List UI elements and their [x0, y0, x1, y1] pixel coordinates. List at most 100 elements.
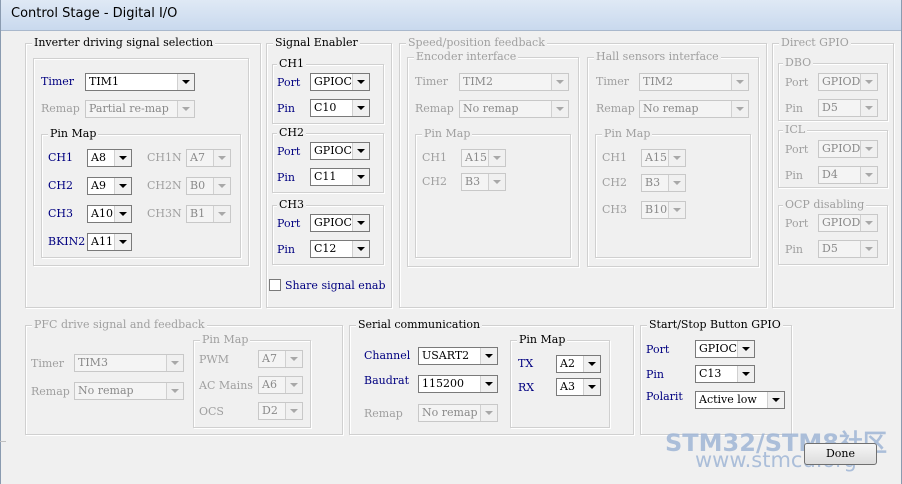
- inverter-bkin2-label: BKIN2: [48, 235, 86, 248]
- pfc-remap-select[interactable]: No remap: [74, 382, 184, 400]
- chevron-down-icon: [480, 376, 497, 392]
- se-ch2-port-label: Port: [277, 145, 301, 158]
- chevron-down-icon: [285, 403, 302, 419]
- chevron-down-icon: [480, 348, 497, 364]
- hall-timer-select[interactable]: TIM2: [639, 73, 749, 91]
- serial-tx-select[interactable]: A2: [556, 355, 601, 373]
- chevron-down-icon: [352, 100, 369, 116]
- chevron-down-icon: [860, 167, 877, 183]
- serial-baud-label: Baudrat: [364, 374, 410, 387]
- chevron-down-icon: [213, 178, 230, 194]
- startstop-pin-label: Pin: [646, 368, 665, 381]
- se-ch1-pin-label: Pin: [277, 102, 296, 115]
- chevron-down-icon: [583, 356, 600, 372]
- chevron-down-icon: [668, 202, 685, 218]
- hall-remap-select[interactable]: No remap: [639, 100, 749, 118]
- share-signal-checkbox[interactable]: [269, 279, 281, 291]
- ocp-title: OCP disabling: [783, 198, 867, 211]
- inverter-ch2-label: CH2: [48, 179, 74, 192]
- pfc-acmains-select[interactable]: A6: [258, 376, 303, 394]
- dialog-window: Control Stage - Digital I/O Inverter dri…: [0, 0, 902, 484]
- se-ch1-port-select[interactable]: GPIOC: [310, 73, 370, 91]
- inverter-ch3n-label: CH3N: [147, 207, 182, 220]
- chevron-down-icon: [737, 366, 754, 382]
- serial-remap-select[interactable]: No remap: [418, 404, 498, 422]
- pfc-ocs-select[interactable]: D2: [258, 402, 303, 420]
- speed-feedback-title: Speed/position feedback: [406, 36, 547, 49]
- chevron-down-icon: [177, 101, 194, 117]
- ocp-port-select[interactable]: GPIOD: [818, 214, 878, 232]
- icl-pin-select[interactable]: D4: [818, 166, 878, 184]
- done-button[interactable]: Done: [804, 443, 877, 465]
- hall-ch3-select[interactable]: B10: [641, 201, 686, 219]
- serial-pinmap-title: Pin Map: [517, 333, 568, 346]
- inverter-remap-select[interactable]: Partial re-map: [85, 100, 195, 118]
- hall-ch2-select[interactable]: B3: [641, 174, 686, 192]
- pfc-pwm-label: PWM: [199, 353, 229, 366]
- inverter-timer-select[interactable]: TIM1: [85, 73, 195, 91]
- se-ch2-port-select[interactable]: GPIOC: [310, 142, 370, 160]
- chevron-down-icon: [352, 241, 369, 257]
- inverter-bkin2-select[interactable]: A11: [87, 233, 132, 251]
- se-ch3-port-select[interactable]: GPIOC: [310, 214, 370, 232]
- hall-title: Hall sensors interface: [594, 50, 721, 63]
- startstop-polarity-label: Polarit: [646, 390, 683, 403]
- hall-ch1-select[interactable]: A15: [641, 149, 686, 167]
- serial-baud-select[interactable]: 115200: [418, 375, 498, 393]
- chevron-down-icon: [583, 379, 600, 395]
- chevron-down-icon: [860, 241, 877, 257]
- chevron-down-icon: [285, 351, 302, 367]
- se-ch1-pin-select[interactable]: C10: [310, 99, 370, 117]
- se-ch3-pin-label: Pin: [277, 243, 296, 256]
- serial-title: Serial communication: [356, 318, 483, 331]
- inverter-ch1n-select[interactable]: A7: [186, 149, 231, 167]
- pfc-pwm-select[interactable]: A7: [258, 350, 303, 368]
- dbo-port-label: Port: [785, 76, 809, 89]
- chevron-down-icon: [352, 215, 369, 231]
- enc-remap-select[interactable]: No remap: [459, 100, 569, 118]
- chevron-down-icon: [213, 206, 230, 222]
- inverter-ch3n-select[interactable]: B1: [186, 205, 231, 223]
- dbo-title: DBO: [783, 56, 814, 69]
- pfc-pinmap-title: Pin Map: [200, 333, 251, 346]
- enc-ch1-select[interactable]: A15: [461, 149, 506, 167]
- dbo-port-select[interactable]: GPIOD: [818, 73, 878, 91]
- icl-port-select[interactable]: GPIOD: [818, 140, 878, 158]
- inverter-ch3-select[interactable]: A10: [87, 205, 132, 223]
- chevron-down-icon: [480, 405, 497, 421]
- ocp-pin-select[interactable]: D5: [818, 240, 878, 258]
- inverter-ch3-label: CH3: [48, 207, 74, 220]
- pfc-timer-select[interactable]: TIM3: [74, 354, 184, 372]
- inverter-remap-label: Remap: [41, 102, 80, 115]
- chevron-down-icon: [737, 341, 754, 357]
- chevron-down-icon: [767, 392, 784, 408]
- chevron-down-icon: [860, 215, 877, 231]
- enc-pinmap-title: Pin Map: [422, 127, 473, 140]
- serial-channel-label: Channel: [364, 349, 411, 362]
- enc-ch2-select[interactable]: B3: [461, 173, 506, 191]
- startstop-port-select[interactable]: GPIOC: [695, 340, 755, 358]
- se-ch3-pin-select[interactable]: C12: [310, 240, 370, 258]
- serial-rx-select[interactable]: A3: [556, 378, 601, 396]
- enc-timer-select[interactable]: TIM2: [459, 73, 569, 91]
- serial-channel-select[interactable]: USART2: [418, 347, 498, 365]
- chevron-down-icon: [166, 355, 183, 371]
- startstop-pin-select[interactable]: C13: [695, 365, 755, 383]
- chevron-down-icon: [860, 100, 877, 116]
- se-ch3-title: CH3: [277, 198, 307, 211]
- window-title: Control Stage - Digital I/O: [11, 6, 178, 21]
- inverter-ch2n-label: CH2N: [147, 179, 182, 192]
- enc-ch2-label: CH2: [422, 175, 448, 188]
- se-ch2-pin-select[interactable]: C11: [310, 168, 370, 186]
- enc-remap-label: Remap: [415, 102, 454, 115]
- chevron-down-icon: [551, 101, 568, 117]
- startstop-polarity-select[interactable]: Active low: [695, 391, 785, 409]
- chevron-down-icon: [352, 143, 369, 159]
- startstop-title: Start/Stop Button GPIO: [647, 318, 783, 331]
- dbo-pin-select[interactable]: D5: [818, 99, 878, 117]
- inverter-ch2-select[interactable]: A9: [87, 177, 132, 195]
- inverter-ch1-select[interactable]: A8: [87, 149, 132, 167]
- se-ch2-pin-label: Pin: [277, 171, 296, 184]
- inverter-ch2n-select[interactable]: B0: [186, 177, 231, 195]
- pfc-ocs-label: OCS: [199, 405, 224, 418]
